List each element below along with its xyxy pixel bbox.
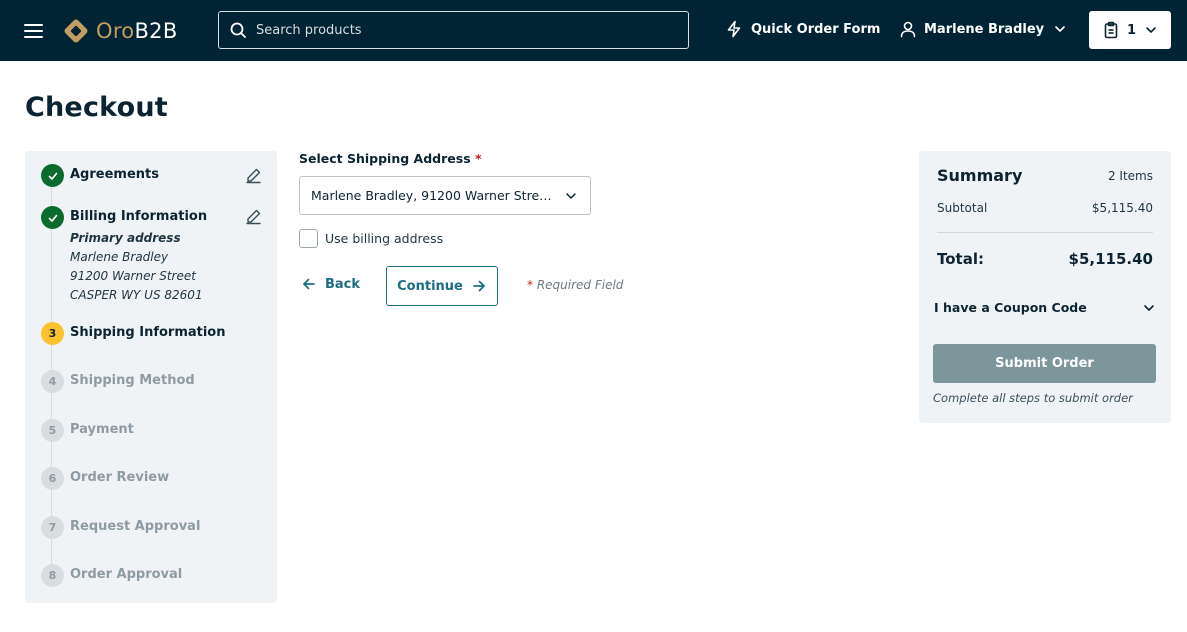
total-value: $5,115.40: [1068, 250, 1153, 268]
step-shipping-method: 4 Shipping Method: [41, 370, 195, 393]
quick-order-link[interactable]: Quick Order Form: [725, 20, 880, 38]
submit-order-button[interactable]: Submit Order: [933, 344, 1156, 383]
required-mark: *: [475, 151, 482, 166]
clipboard-icon: [1104, 21, 1118, 39]
arrow-left-icon: [303, 278, 315, 290]
billing-name: Marlene Bradley: [70, 250, 169, 264]
shipping-address-select[interactable]: Marlene Bradley, 91200 Warner Street, CA…: [299, 176, 591, 215]
lightning-icon: [727, 20, 741, 38]
step-label: Shipping Method: [70, 373, 195, 388]
logo[interactable]: OroB2B: [61, 15, 178, 47]
user-menu[interactable]: Marlene Bradley: [899, 20, 1067, 38]
submit-order-note: Complete all steps to submit order: [933, 391, 1133, 405]
selected-address: Marlene Bradley, 91200 Warner Street, CA…: [311, 188, 556, 203]
use-billing-address-label: Use billing address: [325, 231, 444, 246]
continue-label: Continue: [397, 278, 463, 294]
step-label: Request Approval: [70, 519, 201, 534]
logo-icon: [64, 19, 88, 43]
step-shipping-information[interactable]: 3 Shipping Information: [41, 322, 226, 345]
step-billing-information[interactable]: Billing Information: [41, 206, 207, 229]
shipping-address-label: Select Shipping Address *: [299, 151, 482, 166]
user-icon: [900, 21, 916, 38]
chevron-down-icon: [566, 192, 576, 199]
shopping-list-button[interactable]: 1: [1089, 11, 1171, 49]
step-order-approval: 8 Order Approval: [41, 564, 182, 587]
coupon-label: I have a Coupon Code: [934, 300, 1087, 315]
summary-divider: [937, 232, 1153, 233]
check-icon: [41, 164, 64, 187]
menu-icon[interactable]: [24, 20, 46, 40]
search-input[interactable]: [256, 22, 676, 38]
step-number: 8: [41, 564, 64, 587]
chevron-down-icon: [1146, 27, 1156, 33]
back-label: Back: [325, 276, 361, 292]
check-icon: [41, 206, 64, 229]
step-order-review: 6 Order Review: [41, 467, 169, 490]
step-label: Order Approval: [70, 567, 183, 582]
arrow-right-icon: [473, 280, 485, 292]
step-label: Order Review: [70, 470, 170, 485]
summary-title: Summary: [937, 166, 1023, 185]
use-billing-address-checkbox[interactable]: Use billing address: [299, 229, 443, 248]
edit-icon[interactable]: [245, 167, 262, 184]
step-number: 3: [41, 322, 64, 345]
checkout-steps: Agreements Billing Information Primary a…: [25, 151, 277, 603]
cart-count: 1: [1127, 22, 1137, 38]
billing-address-summary: Primary address Marlene Bradley 91200 Wa…: [70, 229, 203, 305]
edit-icon[interactable]: [245, 208, 262, 225]
total-label: Total:: [937, 250, 984, 268]
continue-button[interactable]: Continue: [386, 266, 498, 306]
billing-street: 91200 Warner Street: [70, 269, 196, 283]
step-request-approval: 7 Request Approval: [41, 516, 200, 539]
subtotal-value: $5,115.40: [1091, 201, 1153, 215]
logo-text: OroB2B: [96, 19, 178, 43]
step-label: Billing Information: [70, 209, 208, 224]
required-field-note: * Required Field: [527, 278, 624, 292]
subtotal-label: Subtotal: [937, 201, 988, 215]
step-number: 5: [41, 419, 64, 442]
step-number: 4: [41, 370, 64, 393]
search-icon: [230, 22, 246, 38]
checkbox[interactable]: [299, 229, 318, 248]
quick-order-label: Quick Order Form: [751, 21, 881, 37]
search-box[interactable]: [218, 11, 689, 49]
order-summary: Summary 2 Items Subtotal $5,115.40 Total…: [919, 151, 1171, 423]
top-header: OroB2B Quick Order Form Marlene Bradley …: [0, 0, 1187, 61]
step-label: Payment: [70, 422, 134, 437]
step-agreements[interactable]: Agreements: [41, 164, 159, 187]
user-name: Marlene Bradley: [924, 21, 1045, 37]
chevron-down-icon: [1144, 304, 1154, 311]
step-number: 6: [41, 467, 64, 490]
coupon-toggle[interactable]: I have a Coupon Code: [934, 300, 1156, 315]
step-label: Agreements: [70, 167, 159, 182]
billing-primary-label: Primary address: [70, 231, 181, 245]
billing-city: CASPER WY US 82601: [70, 288, 203, 302]
step-label: Shipping Information: [70, 325, 226, 340]
page-title: Checkout: [25, 92, 168, 123]
summary-items-count: 2 Items: [1107, 169, 1153, 183]
step-number: 7: [41, 516, 64, 539]
chevron-down-icon: [1055, 26, 1065, 32]
back-button[interactable]: Back: [301, 276, 360, 292]
step-payment: 5 Payment: [41, 419, 134, 442]
